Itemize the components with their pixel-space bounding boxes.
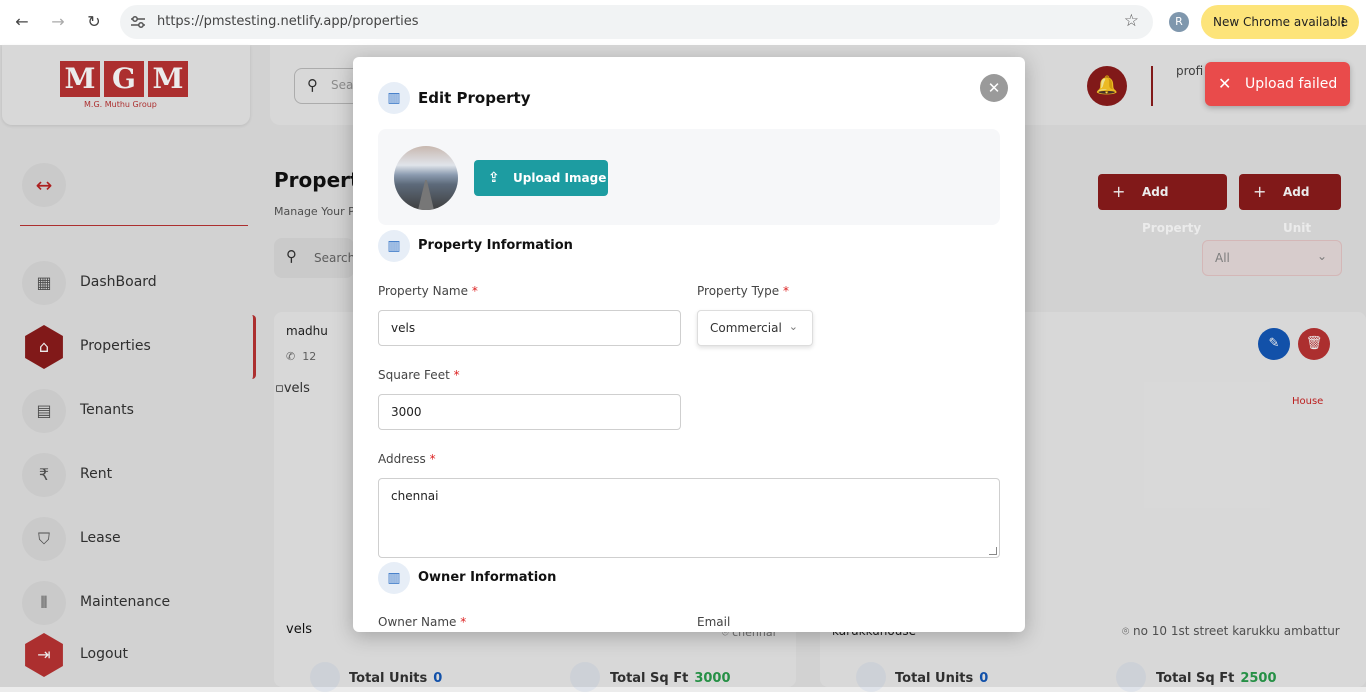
reload-icon[interactable]: ↻ xyxy=(82,10,106,34)
square-feet-label: Square Feet * xyxy=(378,368,460,382)
address-value: chennai xyxy=(391,489,439,503)
thumbnail-road xyxy=(418,180,434,210)
error-toast[interactable]: ✕ Upload failed xyxy=(1205,62,1350,106)
back-arrow-icon[interactable]: ← xyxy=(10,10,34,34)
address-label: Address * xyxy=(378,452,436,466)
property-name-input[interactable]: vels xyxy=(378,310,681,346)
upload-image-button[interactable]: ⇪ Upload Image xyxy=(474,160,608,196)
close-icon: ✕ xyxy=(987,79,1001,97)
property-type-label: Property Type * xyxy=(697,284,789,298)
building-icon: ▥ xyxy=(378,82,410,114)
image-upload-panel: ⇪ Upload Image xyxy=(378,129,1000,225)
required-mark: * xyxy=(429,452,436,466)
section-heading-owner: Owner Information xyxy=(418,570,557,585)
building-icon: ▥ xyxy=(378,230,410,262)
resize-handle-icon[interactable] xyxy=(989,547,997,555)
required-mark: * xyxy=(453,368,460,382)
required-mark: * xyxy=(471,284,478,298)
modal-title: Edit Property xyxy=(418,89,531,107)
field-label-text: Square Feet xyxy=(378,368,450,382)
edit-property-modal: ▥ Edit Property ✕ ⇪ Upload Image ▥ Proper… xyxy=(353,57,1025,632)
forward-arrow-icon[interactable]: → xyxy=(46,10,70,34)
profile-avatar[interactable]: R xyxy=(1169,12,1189,32)
field-label-text: Address xyxy=(378,452,426,466)
url-text: https://pmstesting.netlify.app/propertie… xyxy=(157,14,419,29)
field-label-text: Owner Name xyxy=(378,615,457,629)
property-type-select[interactable]: Commercial ⌄ xyxy=(697,310,813,346)
email-label: Email xyxy=(697,615,731,629)
field-label-text: Property Type xyxy=(697,284,780,298)
section-heading-property: Property Information xyxy=(418,238,573,253)
error-x-icon: ✕ xyxy=(1218,74,1232,93)
kebab-menu-icon[interactable]: ⋮ xyxy=(1337,5,1349,39)
close-button[interactable]: ✕ xyxy=(980,74,1008,102)
required-mark: * xyxy=(782,284,789,298)
chrome-update-label: New Chrome available xyxy=(1213,15,1349,29)
chrome-update-button[interactable]: New Chrome available ⋮ xyxy=(1201,5,1359,39)
site-settings-icon[interactable] xyxy=(129,13,147,31)
owner-name-label: Owner Name * xyxy=(378,615,466,629)
property-name-label: Property Name * xyxy=(378,284,478,298)
address-textarea[interactable]: chennai xyxy=(378,478,1000,558)
square-feet-input[interactable]: 3000 xyxy=(378,394,681,430)
building-icon: ▥ xyxy=(378,562,410,594)
toast-message: Upload failed xyxy=(1245,76,1338,92)
field-label-text: Property Name xyxy=(378,284,468,298)
property-thumbnail xyxy=(394,146,458,210)
required-mark: * xyxy=(460,615,467,629)
property-type-value: Commercial xyxy=(710,321,782,335)
browser-toolbar: ← → ↻ https://pmstesting.netlify.app/pro… xyxy=(0,0,1366,45)
upload-icon: ⇪ xyxy=(488,170,500,186)
upload-image-label: Upload Image xyxy=(513,171,607,185)
address-bar[interactable]: https://pmstesting.netlify.app/propertie… xyxy=(120,5,1153,39)
bookmark-star-icon[interactable]: ☆ xyxy=(1124,11,1139,31)
chevron-down-icon: ⌄ xyxy=(788,320,798,333)
